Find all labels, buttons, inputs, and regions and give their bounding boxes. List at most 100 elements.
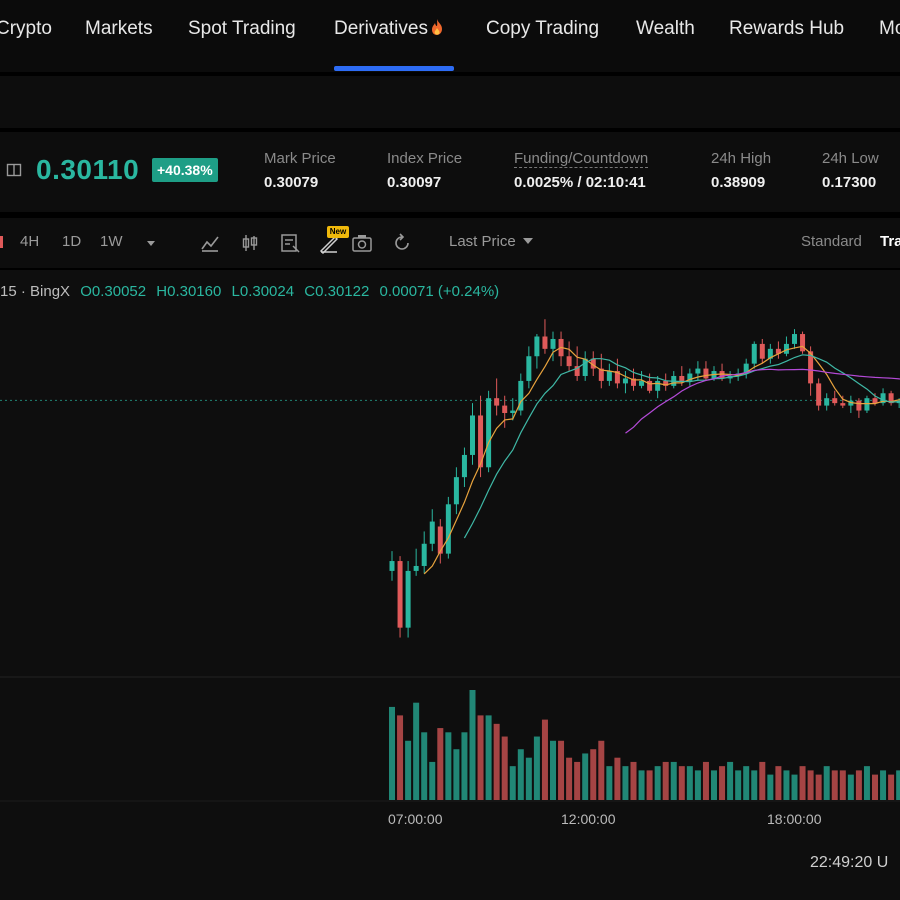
volume-bar	[880, 770, 887, 800]
volume-bar	[759, 761, 766, 800]
candle-body	[510, 410, 516, 413]
candle-body	[542, 336, 548, 349]
volume-bar	[896, 770, 900, 800]
candle-body	[453, 477, 459, 505]
volume-bar	[872, 774, 878, 800]
volume-bar	[678, 766, 685, 800]
candle-body	[413, 565, 419, 571]
volume-bar	[807, 770, 814, 800]
volume-bar	[831, 770, 838, 800]
candle-body	[679, 375, 685, 381]
volume-bar	[413, 702, 420, 800]
volume-bar	[429, 761, 436, 800]
volume-bar	[702, 761, 709, 800]
time-axis-tick: 12:00:00	[561, 811, 616, 827]
volume-bar	[646, 770, 653, 800]
volume-bar	[839, 770, 846, 800]
time-axis-tick: 18:00:00	[767, 811, 822, 827]
volume-bar	[711, 770, 717, 800]
candle-body	[832, 398, 838, 404]
candle-body	[437, 526, 443, 554]
ma-fast-line	[423, 345, 900, 575]
volume-bar	[751, 770, 758, 800]
candle-body	[582, 358, 588, 376]
candle-body	[429, 521, 435, 544]
volume-bar	[686, 766, 693, 800]
candle-body	[494, 398, 500, 406]
candle-body	[502, 405, 508, 413]
volume-bar	[606, 766, 613, 800]
candle-body	[445, 504, 451, 554]
volume-bar	[421, 732, 428, 800]
volume-bar	[525, 757, 532, 800]
candle-body	[639, 380, 645, 386]
volume-bar	[566, 757, 573, 800]
candle-body	[622, 378, 628, 384]
candle-body	[470, 415, 475, 455]
candle-body	[397, 561, 403, 628]
volume-bar	[437, 728, 444, 800]
candle-body	[816, 383, 822, 406]
volume-bar	[775, 766, 782, 800]
volume-bar	[719, 766, 726, 800]
volume-bar	[823, 766, 830, 800]
volume-bar	[767, 774, 774, 800]
candle-body	[606, 371, 612, 381]
volume-bar	[654, 766, 661, 800]
volume-bar	[614, 757, 621, 800]
volume-bar	[863, 766, 870, 800]
volume-bar	[855, 770, 862, 800]
volume-bar	[727, 761, 734, 800]
time-axis-tick: 07:00:00	[388, 811, 443, 827]
candle-body	[792, 334, 797, 344]
chart-clock: 22:49:20 U	[810, 854, 889, 871]
volume-bar	[533, 736, 540, 800]
candle-body	[864, 398, 870, 411]
candle-body	[566, 356, 572, 367]
volume-bar	[630, 761, 637, 800]
candle-body	[526, 356, 532, 381]
volume-bar	[638, 770, 645, 800]
volume-bar	[461, 732, 468, 800]
candle-body	[695, 368, 701, 374]
candle-body	[550, 338, 556, 349]
candle-body	[759, 343, 765, 359]
volume-bar	[501, 736, 508, 800]
volume-bar	[485, 715, 492, 800]
candle-body	[840, 403, 846, 406]
volume-bar	[493, 723, 500, 800]
volume-bar	[469, 690, 476, 800]
volume-bar	[662, 761, 669, 800]
volume-bar	[847, 774, 854, 800]
candle-body	[824, 398, 830, 406]
candle-body	[486, 398, 492, 468]
volume-bar	[670, 761, 677, 800]
volume-bar	[389, 706, 395, 800]
volume-bar	[574, 761, 581, 800]
volume-bar	[783, 770, 790, 800]
volume-bar	[694, 770, 701, 800]
candle-body	[405, 570, 411, 628]
volume-bar	[598, 740, 605, 800]
volume-bar	[509, 766, 516, 800]
candle-body	[389, 561, 395, 571]
volume-bar	[735, 770, 742, 800]
candle-body	[751, 343, 757, 364]
volume-bar	[815, 774, 822, 800]
volume-bar	[558, 740, 565, 800]
volume-bar	[888, 774, 895, 800]
volume-bar	[477, 715, 484, 800]
volume-bar	[397, 715, 404, 800]
candlestick-chart	[0, 319, 900, 802]
candle-body	[719, 371, 725, 379]
candle-body	[655, 380, 661, 391]
volume-bar	[405, 740, 412, 800]
volume-bar	[799, 766, 806, 800]
volume-bar	[517, 749, 524, 800]
volume-bar	[622, 766, 629, 800]
volume-bar	[590, 749, 597, 800]
candle-body	[856, 400, 862, 411]
volume-bar	[791, 774, 798, 800]
candle-body	[703, 368, 709, 379]
volume-bar	[541, 719, 548, 800]
